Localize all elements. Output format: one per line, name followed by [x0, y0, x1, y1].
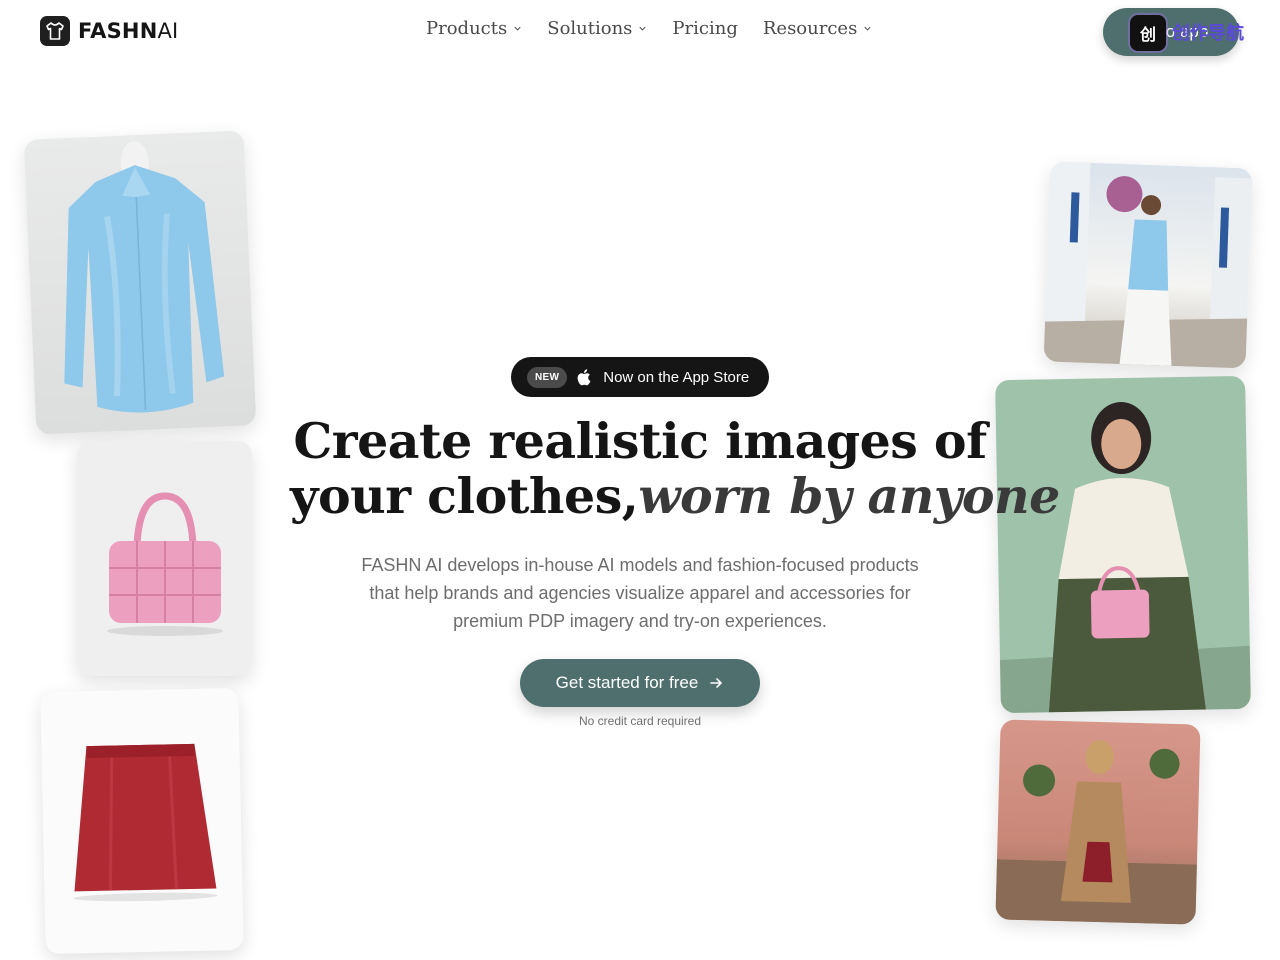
no-credit-card-note: No credit card required [578, 714, 702, 728]
main-nav: Products Solutions Pricing Resources [426, 18, 872, 39]
new-badge: NEW [527, 366, 568, 388]
brand-logo[interactable]: FASHNAI [40, 16, 178, 46]
skirt-product-image [40, 687, 244, 955]
skirt-illustration [73, 743, 218, 902]
arrow-right-icon [710, 678, 723, 688]
street-scene-illustration [1043, 161, 1253, 369]
get-started-button[interactable]: Get started for free [520, 659, 760, 707]
hero-title-italic: worn by anyone [638, 467, 1060, 525]
nav-item-label: Resources [762, 18, 858, 39]
nav-item-products[interactable]: Products [426, 18, 522, 39]
blouse-illustration [64, 141, 225, 413]
hero-title: Create realistic images of your clothes,… [290, 412, 1060, 525]
street-model-image [1043, 161, 1253, 369]
watermark-overlay: 创 创作导航 [1130, 15, 1244, 51]
nav-item-pricing[interactable]: Pricing [672, 18, 737, 39]
handbag-product-image [77, 441, 252, 676]
get-started-label: Get started for free [555, 673, 699, 692]
chevron-down-icon [864, 26, 871, 31]
nav-item-resources[interactable]: Resources [763, 18, 872, 39]
cafe-scene-illustration [995, 740, 1197, 925]
green-model-image [995, 375, 1251, 714]
chevron-down-icon [514, 26, 521, 31]
blouse-product-image [23, 130, 257, 435]
chevron-down-icon [639, 26, 647, 31]
app-store-announcement[interactable]: NEW Now on the App Store [511, 357, 769, 397]
watermark-logo-icon: 创 [1130, 15, 1166, 51]
announcement-text: Now on the App Store [603, 368, 750, 386]
hero-subtitle: FASHN AI develops in-house AI models and… [361, 555, 919, 631]
nav-item-label: Pricing [672, 18, 738, 39]
hero-title-line1: Create realistic images of [293, 412, 987, 470]
tshirt-icon [40, 16, 70, 46]
nav-item-label: Solutions [547, 18, 633, 39]
handbag-illustration [107, 492, 223, 636]
green-scene-illustration [999, 402, 1251, 714]
hero-title-line2: your clothes,worn by anyone [290, 467, 1060, 525]
nav-item-label: Products [426, 18, 508, 39]
cafe-model-image [995, 719, 1201, 925]
brand-name: FASHNAI [78, 19, 179, 43]
nav-item-solutions[interactable]: Solutions [547, 18, 647, 39]
watermark-text: 创作导航 [1172, 23, 1244, 43]
apple-icon [577, 369, 591, 386]
